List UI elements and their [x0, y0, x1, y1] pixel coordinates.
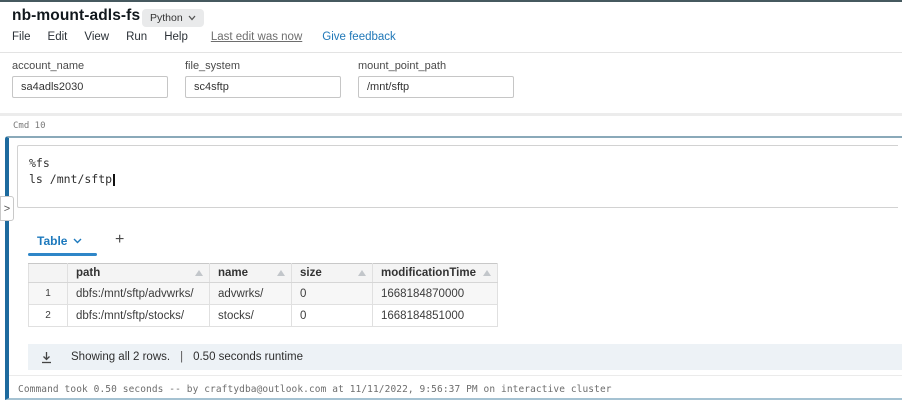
notebook-cell: %fs ls /mnt/sftp Table + path name size …: [5, 136, 902, 400]
menu-run[interactable]: Run: [126, 31, 147, 43]
column-header-size[interactable]: size: [291, 263, 373, 283]
table-row[interactable]: 1 dbfs:/mnt/sftp/advwrks/ advwrks/ 0 166…: [28, 282, 498, 305]
header-divider: [0, 52, 902, 53]
row-number: 2: [28, 304, 68, 327]
menu-bar: File Edit View Run Help Last edit was no…: [12, 31, 396, 43]
window-top-border: [0, 0, 902, 2]
menu-file[interactable]: File: [12, 31, 31, 43]
widget-label: account_name: [12, 60, 85, 72]
code-line-2: ls /mnt/sftp: [29, 172, 113, 186]
account-name-input[interactable]: [12, 76, 168, 98]
widget-label: mount_point_path: [358, 60, 447, 72]
give-feedback-link[interactable]: Give feedback: [322, 31, 396, 43]
column-header-name[interactable]: name: [209, 263, 292, 283]
cell-path: dbfs:/mnt/sftp/advwrks/: [67, 282, 210, 305]
mount-point-path-input[interactable]: [358, 76, 514, 98]
cell-path: dbfs:/mnt/sftp/stocks/: [67, 304, 210, 327]
row-number: 1: [28, 282, 68, 305]
widget-label: file_system: [185, 60, 241, 72]
file-system-input[interactable]: [185, 76, 341, 98]
sort-arrow-icon[interactable]: [195, 270, 203, 276]
sort-arrow-icon[interactable]: [277, 270, 285, 276]
results-table: path name size modificationTime 1 dbfs:/…: [28, 263, 498, 327]
download-icon[interactable]: [40, 351, 53, 364]
runtime-text: 0.50 seconds runtime: [193, 351, 304, 363]
sort-arrow-icon[interactable]: [358, 270, 366, 276]
menu-help[interactable]: Help: [164, 31, 188, 43]
widgets-divider: [0, 113, 902, 116]
notebook-title: nb-mount-adls-fs: [12, 7, 141, 24]
notebook-page: nb-mount-adls-fs Python File Edit View R…: [0, 0, 902, 404]
add-visualization-button[interactable]: +: [109, 229, 130, 251]
menu-edit[interactable]: Edit: [48, 31, 68, 43]
rows-count-text: Showing all 2 rows.: [71, 351, 171, 363]
column-header-path[interactable]: path: [67, 263, 210, 283]
chevron-right-icon: >: [3, 202, 11, 215]
language-selector[interactable]: Python: [142, 9, 204, 27]
column-header-modificationTime[interactable]: modificationTime: [372, 263, 498, 283]
code-line-1: %fs: [29, 156, 50, 170]
last-edit-status[interactable]: Last edit was now: [211, 31, 302, 43]
cell-cmd-label: Cmd 10: [13, 121, 46, 131]
widget-mount-point-path: mount_point_path: [358, 60, 514, 98]
table-tab-label: Table: [37, 234, 68, 248]
chevron-down-icon: [188, 15, 196, 21]
menu-view[interactable]: View: [84, 31, 109, 43]
results-footer-bar: Showing all 2 rows. | 0.50 seconds runti…: [28, 344, 902, 370]
text-cursor: [113, 174, 115, 186]
cell-size: 0: [291, 282, 373, 305]
cell-name: stocks/: [209, 304, 292, 327]
cell-modificationTime: 1668184870000: [372, 282, 498, 305]
chevron-down-icon: [73, 238, 82, 244]
code-editor[interactable]: %fs ls /mnt/sftp: [17, 145, 898, 208]
widget-account-name: account_name: [12, 60, 168, 98]
cell-size: 0: [291, 304, 373, 327]
footer-separator: |: [180, 351, 184, 363]
language-label: Python: [150, 12, 183, 24]
table-header-row: path name size modificationTime: [28, 263, 498, 283]
cell-modificationTime: 1668184851000: [372, 304, 498, 327]
active-tab-indicator: [28, 253, 97, 256]
tab-table[interactable]: Table: [35, 230, 84, 252]
sort-arrow-icon[interactable]: [483, 270, 491, 276]
cell-name: advwrks/: [209, 282, 292, 305]
command-status-text: Command took 0.50 seconds -- by craftydb…: [9, 375, 902, 395]
table-row[interactable]: 2 dbfs:/mnt/sftp/stocks/ stocks/ 0 16681…: [28, 304, 498, 327]
sidebar-expand-handle[interactable]: >: [0, 196, 14, 221]
widget-file-system: file_system: [185, 60, 341, 98]
row-number-header: [28, 263, 68, 283]
